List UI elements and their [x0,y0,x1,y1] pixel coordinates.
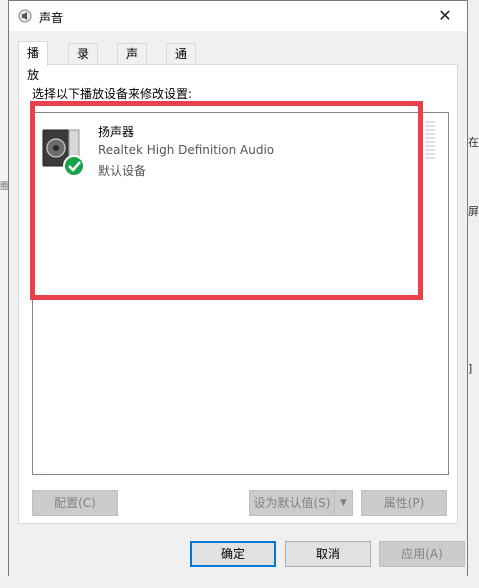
apply-button[interactable]: 应用(A) [379,541,465,567]
background-window-right: 在 屏 ] [468,0,479,588]
ok-button[interactable]: 确定 [190,541,276,567]
highlight-annotation [30,101,423,300]
speaker-icon [18,9,32,23]
cancel-button[interactable]: 取消 [285,541,371,567]
background-window-left [0,0,8,588]
tab-playback[interactable]: 播放 [18,41,49,82]
scrollbar[interactable] [425,121,435,161]
set-default-button[interactable]: 设为默认值(S) [249,490,335,516]
tab-communications[interactable]: 通信 [166,43,197,81]
tab-sounds[interactable]: 声音 [117,43,148,81]
close-icon: ✕ [438,6,452,25]
background-window-bottom [0,576,479,588]
instruction-text: 选择以下播放设备来修改设置: [32,87,193,101]
chevron-down-icon[interactable]: ▼ [334,490,353,516]
title-bar: 声音 ✕ [9,1,467,31]
set-default-split-button[interactable]: 设为默认值(S) ▼ [249,490,353,516]
background-right-fragment: 在 [468,136,479,149]
window-title: 声音 [39,11,64,25]
configure-button[interactable]: 配置(C) [32,490,118,516]
close-button[interactable]: ✕ [423,1,467,31]
background-right-fragment: 屏 [468,205,479,218]
tab-recording[interactable]: 录制 [68,43,99,81]
properties-button[interactable]: 属性(P) [361,490,447,516]
background-right-fragment: ] [468,362,473,375]
